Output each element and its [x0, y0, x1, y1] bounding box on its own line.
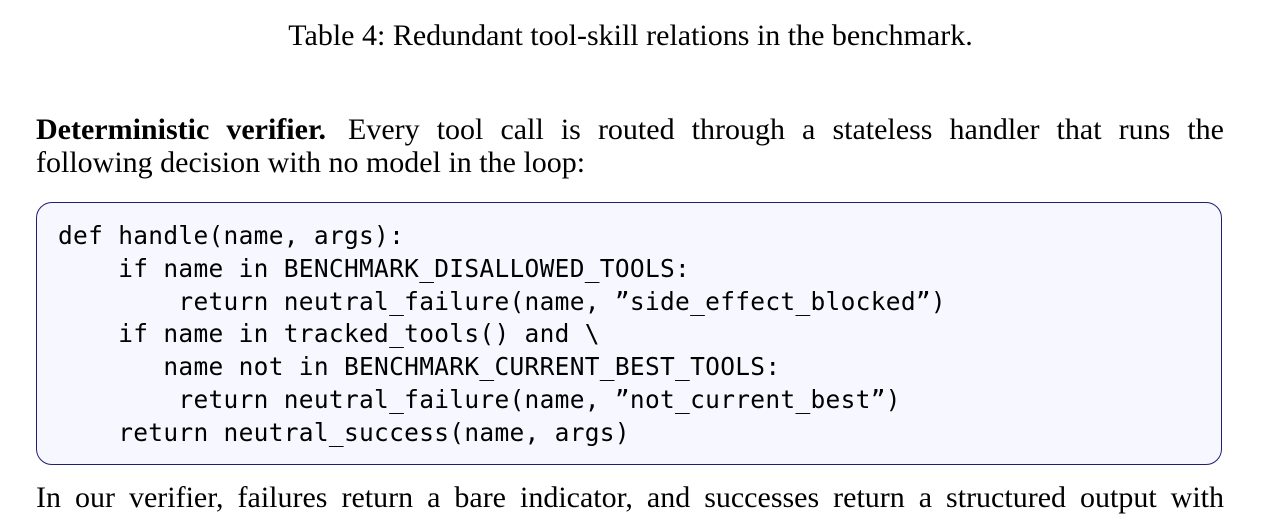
- code-line: return neutral_success(name, args): [58, 417, 630, 447]
- code-line: if name in BENCHMARK_DISALLOWED_TOOLS:: [58, 253, 691, 283]
- code-line: name not in BENCHMARK_CURRENT_BEST_TOOLS…: [58, 352, 781, 382]
- code-line: if name in tracked_tools() and \: [58, 319, 600, 349]
- code-listing: def handle(name, args): if name in BENCH…: [36, 202, 1222, 465]
- code-line: def handle(name, args):: [58, 221, 405, 250]
- paragraph-line-1: Deterministic verifier. Every tool call i…: [36, 113, 1224, 146]
- code-line: return neutral_failure(name, ”side_effec…: [58, 286, 946, 316]
- verifier-paragraph: Deterministic verifier. Every tool call i…: [36, 113, 1224, 179]
- next-paragraph-partial: In our verifier, failures return a bare …: [36, 481, 1224, 514]
- paragraph-text-1: Every tool call is routed through a stat…: [348, 113, 1224, 146]
- paragraph-heading: Deterministic verifier.: [36, 113, 327, 146]
- code-block: def handle(name, args): if name in BENCH…: [58, 220, 946, 450]
- table-caption: Table 4: Redundant tool-skill relations …: [288, 19, 973, 52]
- paragraph-line-2: following decision with no model in the …: [36, 146, 586, 179]
- code-line: return neutral_failure(name, ”not_curren…: [58, 384, 901, 414]
